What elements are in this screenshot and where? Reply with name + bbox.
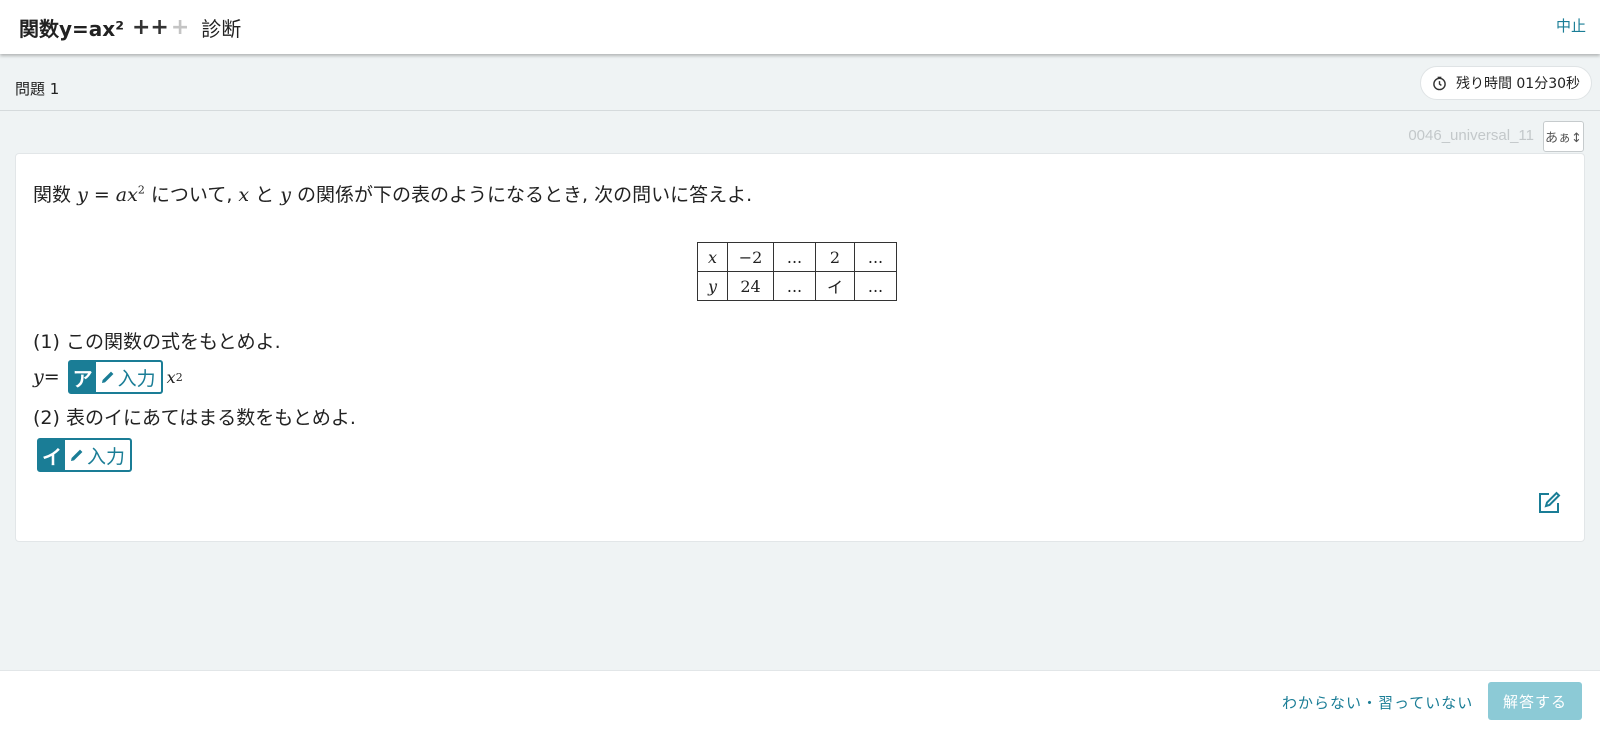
equation-rhs-exponent: 2 [175,370,183,384]
footer-bar: わからない・習っていない 解答する [0,670,1600,730]
question-card: 関数 y = ax2 について, x と y の関係が下の表のようになるとき, … [15,153,1585,542]
answer-row-1: y = ア 入力 x2 [33,360,183,394]
prompt-tail: の関係が下の表のようになるとき, 次の問いに答えよ. [290,184,753,206]
table-cell: y [697,271,728,301]
prompt-mid: について, [144,184,239,206]
prompt-lead: 関数 [33,184,72,206]
answer-input-a[interactable]: ア 入力 [67,360,163,394]
equation-equals: = [43,366,60,388]
edit-note-icon[interactable] [1536,490,1562,520]
table-cell: ... [854,271,897,301]
top-header: 関数y=ax² ++ + 診断 中止 [0,0,1600,54]
pencil-icon [69,447,85,463]
mode-label: 診断 [201,17,242,41]
table-cell: 2 [815,242,855,272]
stop-button[interactable]: 中止 [1556,15,1586,36]
table-cell: イ [815,271,855,301]
prompt-exponent: 2 [137,183,145,197]
subquestion-1: (1) この関数の式をもとめよ. [33,331,281,353]
level-indicator-off: + [170,15,190,40]
level-indicator-on: ++ [131,15,169,40]
pencil-icon [100,369,116,385]
prompt-var-x: x [127,184,138,206]
input-label: 入力 [117,367,156,390]
prompt-x: x [238,184,250,206]
prompt-var-y: y [77,184,88,206]
table-cell: 24 [727,271,774,301]
dont-know-button[interactable]: わからない・習っていない [1282,692,1473,713]
value-table: x −2 ... 2 ... y 24 ... イ ... [697,242,897,301]
submit-answer-button[interactable]: 解答する [1488,682,1582,720]
function-label: 関数y=ax² [19,17,124,41]
table-cell: ... [854,242,897,272]
page-title: 関数y=ax² ++ + 診断 [19,13,241,42]
answer-input-i[interactable]: イ 入力 [37,438,133,472]
question-number: 問題 1 [15,80,60,98]
answer-key-label: ア [69,362,96,392]
table-cell: −2 [727,242,774,272]
prompt-equals: = [87,184,116,206]
input-label: 入力 [87,445,126,468]
equation-rhs-x: x [166,367,176,387]
table-row-x: x −2 ... 2 ... [697,242,897,272]
font-size-button[interactable]: あぁ↕ [1543,121,1584,152]
answer-row-2: イ 入力 [37,438,133,472]
subquestion-2: (2) 表のイにあてはまる数をもとめよ. [33,407,356,429]
table-cell: ... [773,271,816,301]
table-row-y: y 24 ... イ ... [697,271,897,301]
answer-input-button[interactable]: 入力 [65,440,130,470]
question-id: 0046_universal_11 [1408,127,1534,144]
equation-lhs-y: y [33,366,44,388]
prompt-var-a: a [115,184,128,206]
question-bar: 問題 1 残り時間 01分30秒 [0,54,1600,111]
answer-key-label: イ [39,440,65,470]
prompt-y: y [280,184,291,206]
table-cell: x [697,242,728,272]
timer-badge: 残り時間 01分30秒 [1420,66,1592,100]
font-size-icon: あぁ↕ [1545,131,1582,146]
timer-icon [1432,76,1447,91]
answer-input-button[interactable]: 入力 [96,362,161,392]
timer-text: 残り時間 01分30秒 [1455,76,1581,92]
question-prompt: 関数 y = ax2 について, x と y の関係が下の表のようになるとき, … [33,180,752,207]
table-cell: ... [773,242,816,272]
prompt-to: と [249,184,281,206]
